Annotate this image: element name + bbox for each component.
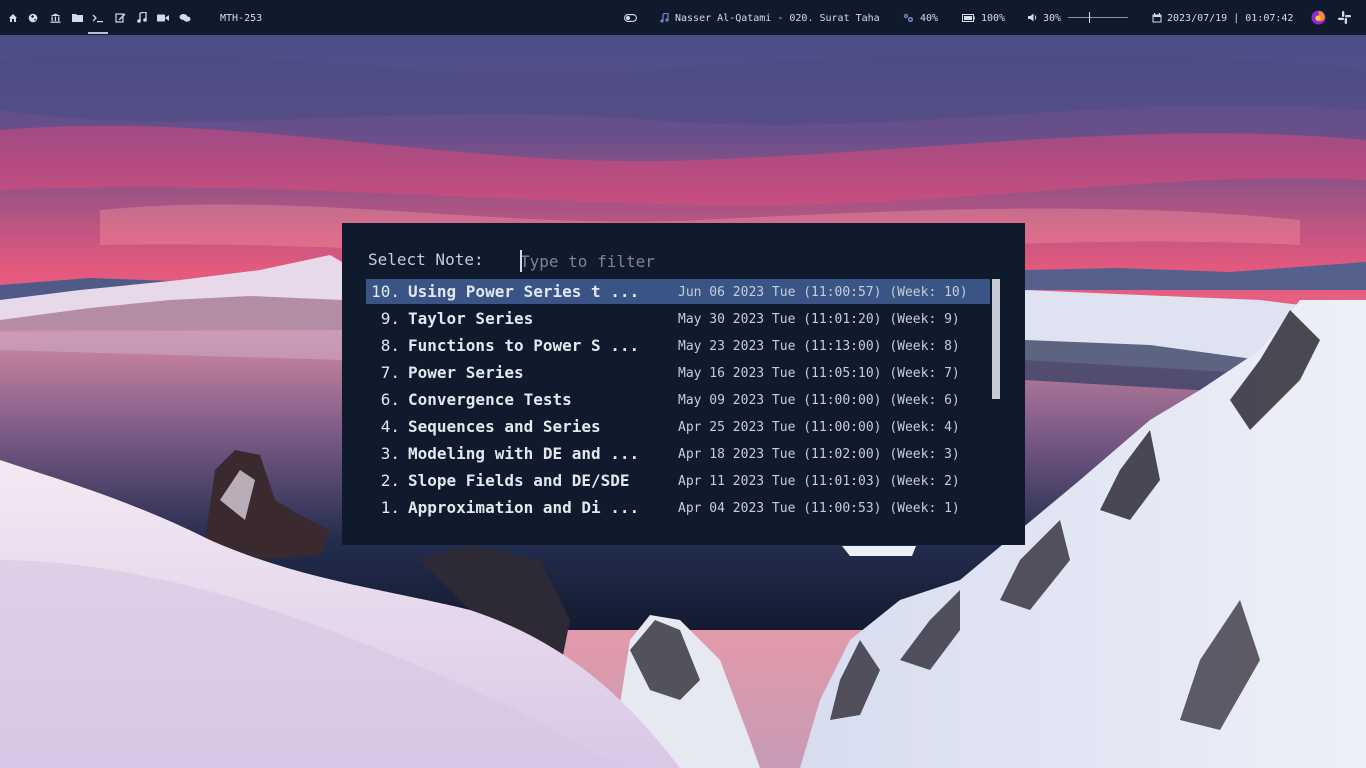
item-title: Slope Fields and DE/SDE bbox=[408, 471, 630, 490]
workspace-chat-icon[interactable] bbox=[175, 0, 195, 35]
item-number: 7. bbox=[380, 363, 400, 382]
workspace-music-icon[interactable] bbox=[132, 0, 152, 35]
now-playing-text[interactable]: Nasser Al-Qatami - 020. Surat Taha bbox=[675, 0, 880, 35]
filter-input[interactable] bbox=[520, 250, 920, 272]
item-date: May 16 2023 Tue (11:05:10) (Week: 7) bbox=[678, 366, 960, 381]
item-date: Apr 18 2023 Tue (11:02:00) (Week: 3) bbox=[678, 447, 960, 462]
volume-level: 30% bbox=[1043, 13, 1062, 24]
workspace-home-icon[interactable] bbox=[3, 0, 23, 35]
item-title: Sequences and Series bbox=[408, 417, 601, 436]
workspace-bank-icon[interactable] bbox=[45, 0, 65, 35]
item-title: Using Power Series t ... bbox=[408, 282, 640, 301]
workspace-video-icon[interactable] bbox=[153, 0, 173, 35]
item-number: 3. bbox=[380, 444, 400, 463]
workspace-folder-icon[interactable] bbox=[67, 0, 87, 35]
date-time[interactable]: 2023/07/19 | 01:07:42 bbox=[1167, 0, 1293, 35]
list-item[interactable]: 6. Convergence Tests May 09 2023 Tue (11… bbox=[366, 387, 990, 412]
select-note-menu: Select Note: 10. Using Power Series t ..… bbox=[342, 223, 1025, 545]
item-number: 6. bbox=[380, 390, 400, 409]
item-date: May 09 2023 Tue (11:00:00) (Week: 6) bbox=[678, 393, 960, 408]
item-title: Convergence Tests bbox=[408, 390, 572, 409]
item-date: Apr 25 2023 Tue (11:00:00) (Week: 4) bbox=[678, 420, 960, 435]
item-title: Approximation and Di ... bbox=[408, 498, 640, 517]
item-number: 2. bbox=[380, 471, 400, 490]
window-title: MTH-253 bbox=[220, 13, 263, 24]
list-item[interactable]: 8. Functions to Power S ... May 23 2023 … bbox=[366, 333, 990, 358]
item-date: Apr 11 2023 Tue (11:01:03) (Week: 2) bbox=[678, 474, 960, 489]
list-item[interactable]: 1. Approximation and Di ... Apr 04 2023 … bbox=[366, 495, 990, 520]
music-note-icon bbox=[660, 0, 669, 35]
item-number: 4. bbox=[380, 417, 400, 436]
item-title: Power Series bbox=[408, 363, 524, 382]
item-number: 1. bbox=[380, 498, 400, 517]
item-title: Taylor Series bbox=[408, 309, 534, 328]
list-item[interactable]: 4. Sequences and Series Apr 25 2023 Tue … bbox=[366, 414, 990, 439]
text-cursor bbox=[520, 250, 522, 272]
item-title: Modeling with DE and ... bbox=[408, 444, 640, 463]
item-number: 9. bbox=[380, 309, 400, 328]
volume-slider[interactable] bbox=[1068, 17, 1128, 18]
volume-icon[interactable] bbox=[1028, 0, 1039, 35]
list-item[interactable]: 7. Power Series May 16 2023 Tue (11:05:1… bbox=[366, 360, 990, 385]
item-date: May 30 2023 Tue (11:01:20) (Week: 9) bbox=[678, 312, 960, 327]
list-scrollbar[interactable] bbox=[992, 279, 1000, 399]
list-item[interactable]: 10. Using Power Series t ... Jun 06 2023… bbox=[366, 279, 990, 304]
workspace-globe-icon[interactable] bbox=[23, 0, 43, 35]
firefox-icon[interactable] bbox=[1311, 0, 1326, 35]
slack-icon[interactable] bbox=[1338, 0, 1351, 35]
volume-slider-handle[interactable] bbox=[1089, 12, 1090, 23]
workspace-terminal-icon[interactable] bbox=[88, 0, 108, 35]
list-item[interactable]: 9. Taylor Series May 30 2023 Tue (11:01:… bbox=[366, 306, 990, 331]
cpu-usage: 40% bbox=[920, 13, 939, 24]
calendar-icon bbox=[1152, 0, 1162, 35]
item-number: 10. bbox=[371, 282, 400, 301]
item-title: Functions to Power S ... bbox=[408, 336, 640, 355]
prompt-label: Select Note: bbox=[368, 250, 484, 269]
item-date: Jun 06 2023 Tue (11:00:57) (Week: 10) bbox=[678, 285, 968, 300]
cpu-icon bbox=[903, 0, 914, 35]
list-item[interactable]: 3. Modeling with DE and ... Apr 18 2023 … bbox=[366, 441, 990, 466]
item-date: Apr 04 2023 Tue (11:00:53) (Week: 1) bbox=[678, 501, 960, 516]
workspace-edit-icon[interactable] bbox=[110, 0, 130, 35]
toggle-icon[interactable] bbox=[624, 0, 637, 35]
battery-icon bbox=[962, 0, 975, 35]
item-date: May 23 2023 Tue (11:13:00) (Week: 8) bbox=[678, 339, 960, 354]
top-status-bar: MTH-253 Nasser Al-Qatami - 020. Surat Ta… bbox=[0, 0, 1366, 35]
battery-level: 100% bbox=[981, 13, 1006, 24]
item-number: 8. bbox=[380, 336, 400, 355]
list-item[interactable]: 2. Slope Fields and DE/SDE Apr 11 2023 T… bbox=[366, 468, 990, 493]
